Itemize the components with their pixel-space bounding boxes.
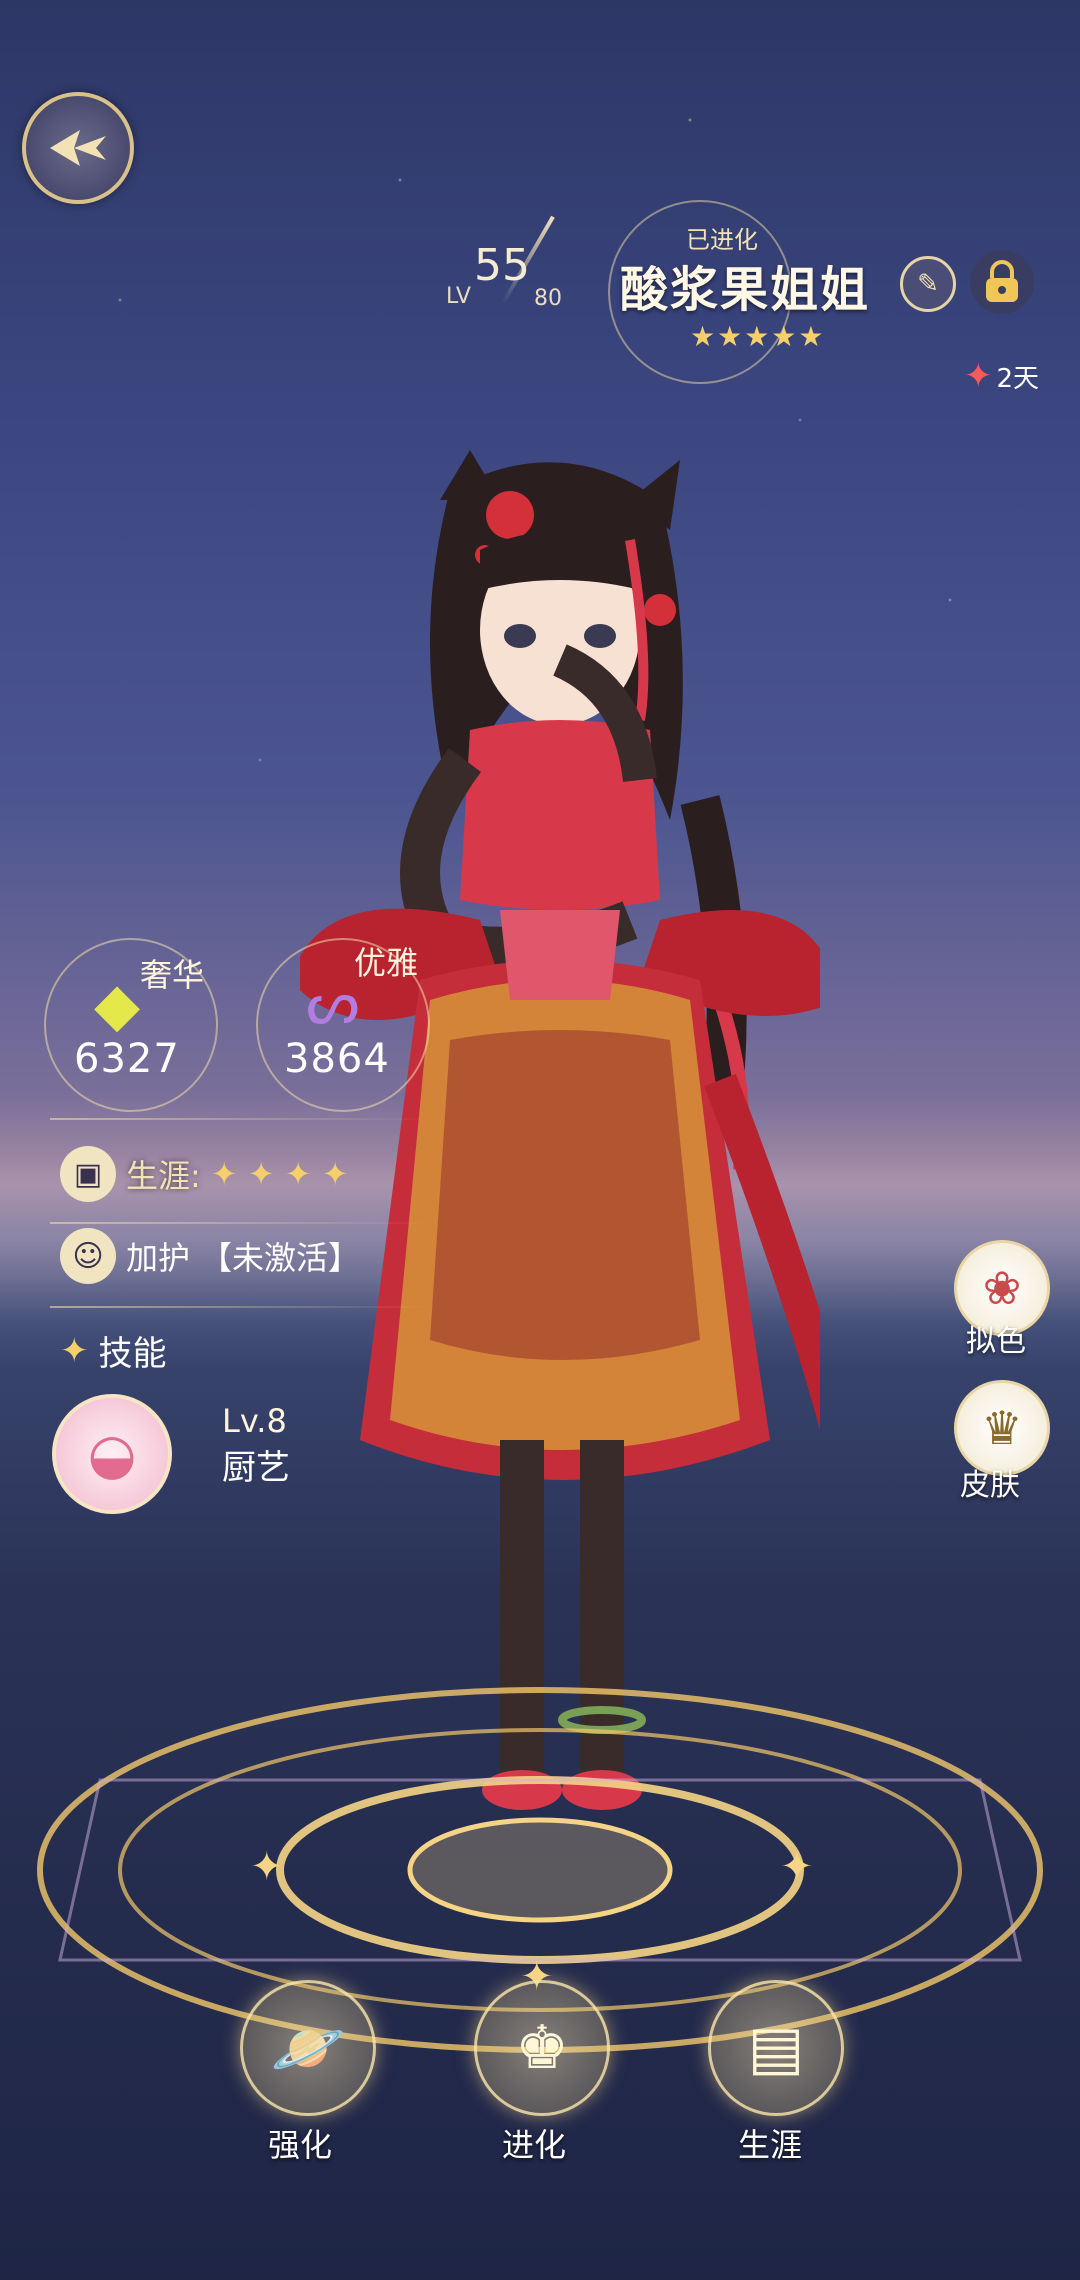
blessing-row[interactable]: ☺ 加护 【未激活】 <box>60 1228 360 1284</box>
skill-name: 厨艺 <box>222 1448 290 1488</box>
enhance-button[interactable]: 🪐 <box>240 1980 376 2116</box>
red-gem-icon: ✦ <box>964 356 993 396</box>
career-divider <box>50 1222 430 1224</box>
stats-divider <box>50 1118 430 1120</box>
cooking-pot-icon: ◒ <box>87 1421 137 1487</box>
elegance-label: 优雅 <box>354 944 419 982</box>
planet-icon: 🪐 <box>270 2013 346 2084</box>
blessing-label: 加护 <box>126 1239 191 1277</box>
skills-header: ✦ 技能 <box>60 1326 167 1375</box>
lock-icon <box>986 260 1018 302</box>
dye-label: 拟色 <box>966 1324 1026 1359</box>
elegance-value: 3864 <box>284 1036 390 1082</box>
career-label: 生涯: <box>126 1157 201 1195</box>
time-remaining: ✦ 2天 <box>964 356 1039 396</box>
days-value: 2天 <box>996 363 1040 394</box>
level-max: 80 <box>534 286 562 311</box>
blessing-divider <box>50 1306 430 1308</box>
evolve-button[interactable]: ♚ <box>474 1980 610 2116</box>
dye-icon: ❀ <box>982 1261 1022 1315</box>
rarity-stars: ★★★★★ <box>690 320 826 353</box>
luxury-value: 6327 <box>74 1036 180 1082</box>
blessing-status: 【未激活】 <box>200 1239 361 1277</box>
career-button[interactable]: ▤ <box>708 1980 844 2116</box>
back-arrow-icon <box>50 130 106 166</box>
diamond-icon: ◆ <box>94 970 141 1040</box>
enhance-label: 强化 <box>268 2126 333 2164</box>
luxury-label: 奢华 <box>140 956 205 994</box>
outfit-icon: ♛ <box>981 1401 1023 1455</box>
sparkle-icon: ✦ <box>60 1330 89 1371</box>
luxury-stat[interactable]: 奢华 ◆ 6327 <box>44 938 218 1112</box>
career-tab-label: 生涯 <box>738 2126 803 2164</box>
career-row[interactable]: ▣ 生涯: ✦ ✦ ✦ ✦ <box>60 1146 349 1202</box>
pencil-icon: ✎ <box>917 269 939 299</box>
skin-label: 皮肤 <box>960 1468 1020 1503</box>
crown-icon: ♚ <box>515 2013 569 2083</box>
career-stars: ✦ ✦ ✦ ✦ <box>210 1155 349 1193</box>
back-button[interactable] <box>22 92 134 204</box>
career-icon: ▣ <box>60 1146 116 1202</box>
rename-button[interactable]: ✎ <box>900 256 956 312</box>
level-value: 55 <box>474 240 530 291</box>
evolve-label: 进化 <box>502 2126 567 2164</box>
cooking-skill-button[interactable]: ◒ <box>52 1394 172 1514</box>
level-label: LV <box>446 284 471 309</box>
lock-button[interactable] <box>970 250 1034 314</box>
swan-icon: ᔕ <box>306 968 360 1038</box>
skill-level: Lv.8 <box>222 1402 287 1440</box>
skills-title: 技能 <box>98 1334 167 1374</box>
svg-text:✦: ✦ <box>780 1844 814 1890</box>
blessing-icon: ☺ <box>60 1228 116 1284</box>
scroll-icon: ▤ <box>747 2013 805 2083</box>
elegance-stat[interactable]: 优雅 ᔕ 3864 <box>256 938 430 1112</box>
character-name: 酸浆果姐姐 <box>620 262 871 318</box>
svg-text:✦: ✦ <box>250 1844 284 1890</box>
